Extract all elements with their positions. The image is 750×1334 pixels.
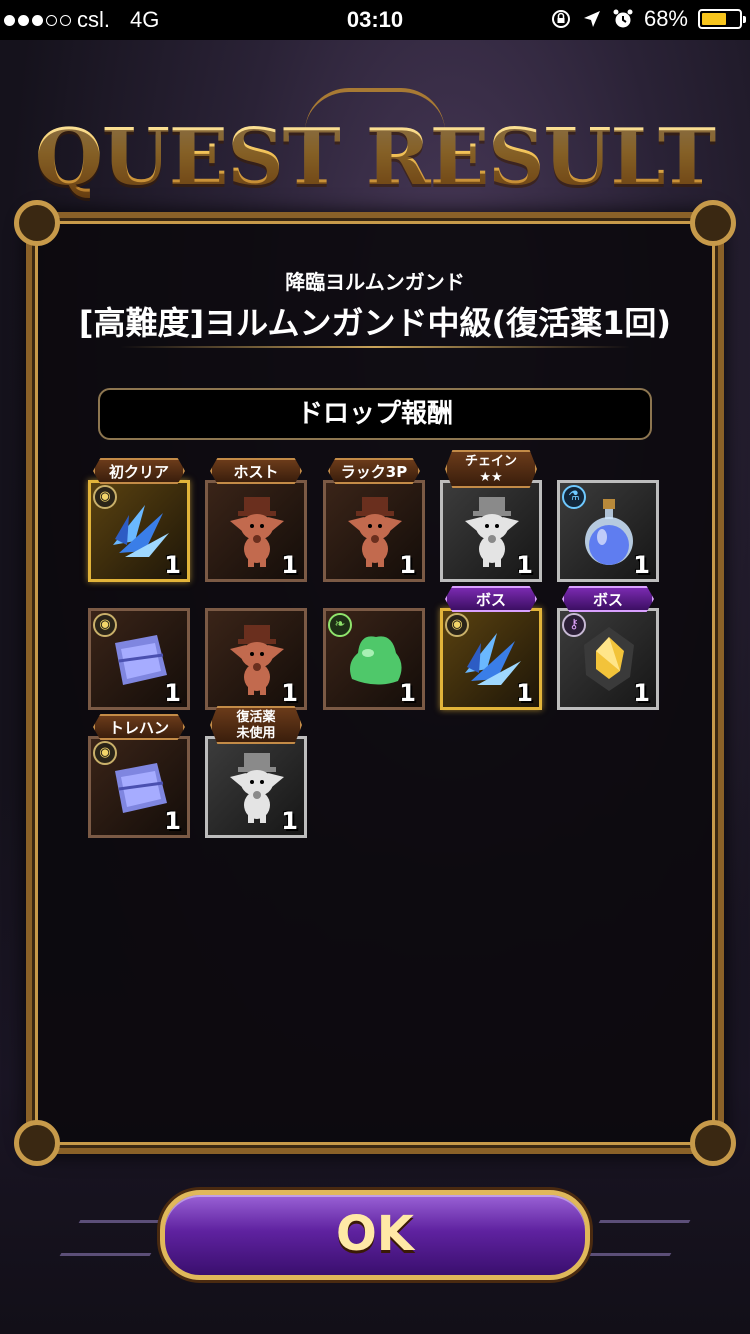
battery-icon xyxy=(698,9,746,29)
item-count: 1 xyxy=(281,551,298,579)
drop-item-tile[interactable]: ⚗ 1 xyxy=(557,480,659,582)
coin-icon: ◉ xyxy=(93,485,117,509)
drop-item-tag: トレハン xyxy=(93,714,185,740)
battery-percent: 68% xyxy=(643,6,688,31)
item-count: 1 xyxy=(633,551,650,579)
item-count: 1 xyxy=(281,807,298,835)
drop-item-tag: 初クリア xyxy=(93,458,185,484)
drop-item-tag: ボス xyxy=(445,586,537,612)
status-right: 68% xyxy=(550,6,746,32)
drop-item-tile[interactable]: ◉ 1 xyxy=(88,608,190,710)
quest-name: [高難度]ヨルムンガンド中級(復活薬1回) xyxy=(78,304,672,342)
drop-item-tag: 復活薬 未使用 xyxy=(210,706,302,744)
drop-item-tag: ホスト xyxy=(210,458,302,484)
panel-corner-ornament xyxy=(690,1120,736,1166)
event-name: 降臨ヨルムンガンド xyxy=(285,270,465,294)
coin-icon: ◉ xyxy=(93,613,117,637)
drop-item-tile[interactable]: ◉ 1 xyxy=(88,480,190,582)
item-count: 1 xyxy=(516,551,533,579)
drop-item-tile[interactable]: 1 xyxy=(440,480,542,582)
item-count: 1 xyxy=(281,679,298,707)
ok-button[interactable]: OK xyxy=(160,1190,590,1280)
item-count: 1 xyxy=(164,679,181,707)
status-bar: csl. 4G 03:10 68% xyxy=(0,0,750,40)
drop-item-tile[interactable]: 1 xyxy=(205,736,307,838)
drop-item-tag: チェイン ★★ xyxy=(445,450,537,488)
alarm-icon xyxy=(613,9,633,28)
item-count: 1 xyxy=(399,551,416,579)
drop-item-tile[interactable]: ◉ 1 xyxy=(88,736,190,838)
item-count: 1 xyxy=(516,679,533,707)
rotation-lock-icon xyxy=(551,10,570,28)
drop-rewards-header: ドロップ報酬 xyxy=(98,388,652,440)
item-count: 1 xyxy=(633,679,650,707)
drop-item-tile[interactable]: 1 xyxy=(323,480,425,582)
page-title: QUEST RESULT xyxy=(0,112,750,203)
flask-icon: ⚗ xyxy=(562,485,586,509)
location-icon xyxy=(583,11,600,27)
drop-item-tile[interactable]: ❧ 1 xyxy=(323,608,425,710)
panel-corner-ornament xyxy=(690,200,736,246)
panel-corner-ornament xyxy=(14,200,60,246)
key-icon: ⚷ xyxy=(562,613,586,637)
item-count: 1 xyxy=(164,551,181,579)
drop-item-tile[interactable]: 1 xyxy=(205,480,307,582)
button-wing-ornament xyxy=(59,1220,171,1256)
ok-button-container: OK xyxy=(59,1184,691,1288)
battery-fill xyxy=(702,13,727,25)
coin-icon: ◉ xyxy=(445,613,469,637)
item-count: 1 xyxy=(164,807,181,835)
drop-item-tile[interactable]: ⚷ 1 xyxy=(557,608,659,710)
drop-item-tag: ラック3P xyxy=(328,458,420,484)
coin-icon: ◉ xyxy=(93,741,117,765)
item-count: 1 xyxy=(399,679,416,707)
drop-item-tag: ボス xyxy=(562,586,654,612)
drop-item-tile[interactable]: ◉ 1 xyxy=(440,608,542,710)
drop-item-tile[interactable]: 1 xyxy=(205,608,307,710)
panel-corner-ornament xyxy=(14,1120,60,1166)
leaf-icon: ❧ xyxy=(328,613,352,637)
title-divider xyxy=(120,346,630,348)
